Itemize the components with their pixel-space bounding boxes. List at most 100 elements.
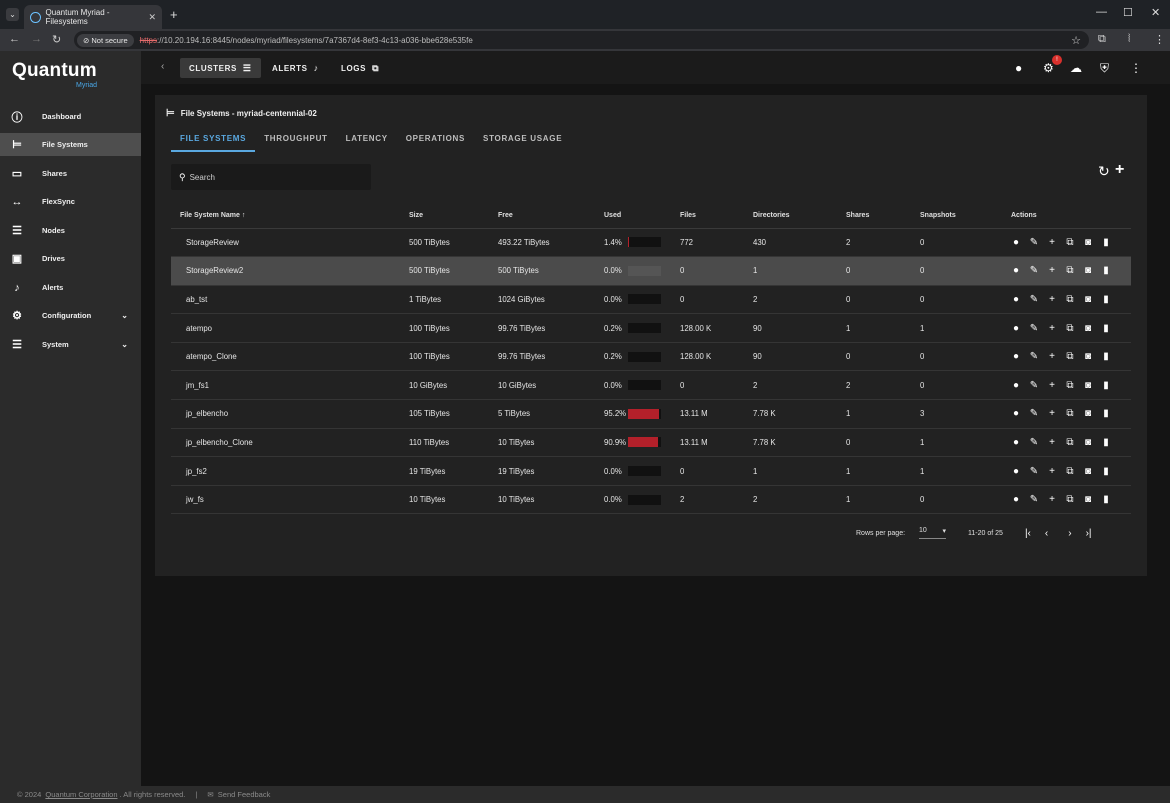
edit-pencil-icon[interactable]: ✎ <box>1029 408 1039 419</box>
sidebar-item-configuration[interactable]: ⚙ Configuration ⌄ <box>0 304 141 327</box>
table-row[interactable]: jp_elbencho_Clone 110 TiBytes 10 TiBytes 90… <box>171 428 1131 458</box>
tab-file-systems[interactable]: FILE SYSTEMS <box>171 130 256 152</box>
cell-name[interactable]: atempo <box>171 313 409 343</box>
snapshot-camera-icon[interactable]: ◙ <box>1083 408 1093 419</box>
info-icon[interactable]: ● <box>1011 408 1021 419</box>
alerts-button[interactable]: ALERTS ♪ <box>263 58 328 78</box>
info-icon[interactable]: ● <box>1011 351 1021 362</box>
edit-pencil-icon[interactable]: ✎ <box>1029 466 1039 477</box>
snapshot-camera-icon[interactable]: ◙ <box>1083 466 1093 477</box>
window-close-icon[interactable]: ✕ <box>1151 6 1160 19</box>
info-icon[interactable]: ● <box>1011 237 1021 248</box>
edit-pencil-icon[interactable]: ✎ <box>1029 380 1039 391</box>
sidebar-item-dashboard[interactable]: ⓘ Dashboard <box>0 105 141 128</box>
col-header-snapshots[interactable]: Snapshots <box>920 204 1011 229</box>
snapshot-camera-icon[interactable]: ◙ <box>1083 437 1093 448</box>
col-header-directories[interactable]: Directories <box>753 204 846 229</box>
collapse-sidebar-icon[interactable]: ‹ <box>161 61 164 72</box>
cell-name[interactable]: jp_elbencho <box>171 399 409 429</box>
table-row[interactable]: jp_fs2 19 TiBytes 19 TiBytes 0.0% 0 1 1 1 ● ✎ + ⧉ ◙ ▮ <box>171 456 1131 486</box>
reload-icon[interactable]: ↻ <box>52 33 61 46</box>
add-icon[interactable]: + <box>1047 351 1057 362</box>
logs-button[interactable]: LOGS ⧉ <box>332 58 388 78</box>
delete-trash-icon[interactable]: ▮ <box>1101 494 1111 505</box>
table-row[interactable]: atempo 100 TiBytes 99.76 TiBytes 0.2% 128.00… <box>171 313 1131 343</box>
last-page-icon[interactable]: ›| <box>1086 528 1092 539</box>
sidebar-item-flexsync[interactable]: ↔ FlexSync <box>0 190 141 213</box>
cell-name[interactable]: jm_fs1 <box>171 370 409 401</box>
info-icon[interactable]: ● <box>1011 494 1021 505</box>
delete-trash-icon[interactable]: ▮ <box>1101 323 1111 334</box>
col-header-name[interactable]: File System Name ↑ <box>171 204 409 229</box>
browser-tab[interactable]: Quantum Myriad - Filesystems ✕ <box>24 5 162 29</box>
edit-pencil-icon[interactable]: ✎ <box>1029 265 1039 276</box>
snapshot-camera-icon[interactable]: ◙ <box>1083 351 1093 362</box>
col-header-size[interactable]: Size <box>409 204 498 229</box>
prev-page-icon[interactable]: ‹ <box>1045 528 1048 539</box>
address-bar[interactable]: ⊘ Not secure https://10.20.194.16:8445/n… <box>74 31 1089 49</box>
snapshot-camera-icon[interactable]: ◙ <box>1083 494 1093 505</box>
cell-name[interactable]: ab_tst <box>171 285 409 315</box>
delete-trash-icon[interactable]: ▮ <box>1101 408 1111 419</box>
tab-latency[interactable]: LATENCY <box>337 130 397 152</box>
copy-icon[interactable]: ⧉ <box>1065 351 1075 362</box>
next-page-icon[interactable]: › <box>1068 528 1071 539</box>
info-icon[interactable]: ● <box>1011 466 1021 477</box>
copy-icon[interactable]: ⧉ <box>1065 408 1075 419</box>
add-icon[interactable]: + <box>1047 237 1057 248</box>
profile-icon[interactable]: ⦚ <box>1128 33 1130 46</box>
copy-icon[interactable]: ⧉ <box>1065 380 1075 391</box>
send-feedback-link[interactable]: Send Feedback <box>218 790 271 799</box>
add-icon[interactable]: + <box>1047 265 1057 276</box>
add-icon[interactable]: + <box>1047 437 1057 448</box>
sidebar-item-shares[interactable]: ▭ Shares <box>0 162 141 185</box>
sidebar-item-system[interactable]: ☰ System ⌄ <box>0 333 141 356</box>
copy-icon[interactable]: ⧉ <box>1065 237 1075 248</box>
forward-icon[interactable]: → <box>31 33 42 45</box>
delete-trash-icon[interactable]: ▮ <box>1101 351 1111 362</box>
edit-pencil-icon[interactable]: ✎ <box>1029 437 1039 448</box>
copy-icon[interactable]: ⧉ <box>1065 437 1075 448</box>
table-row[interactable]: StorageReview2 500 TiBytes 500 TiBytes 0.0%… <box>171 256 1131 286</box>
cell-name[interactable]: jp_elbencho_Clone <box>171 428 409 458</box>
edit-pencil-icon[interactable]: ✎ <box>1029 237 1039 248</box>
cloud-icon[interactable]: ☁ <box>1070 61 1082 75</box>
user-icon[interactable]: ● <box>1015 61 1022 75</box>
table-row[interactable]: ab_tst 1 TiBytes 1024 GiBytes 0.0% 0 2 0 0 ● ✎ + ⧉ ◙… <box>171 285 1131 315</box>
col-header-used[interactable]: Used <box>604 204 680 229</box>
shield-icon[interactable]: ⛨ <box>1100 61 1109 76</box>
more-vert-icon[interactable]: ⋮ <box>1130 61 1142 75</box>
sidebar-item-file-systems[interactable]: ⊨ File Systems <box>0 133 141 156</box>
tab-close-icon[interactable]: ✕ <box>148 12 156 23</box>
delete-trash-icon[interactable]: ▮ <box>1101 265 1111 276</box>
sidebar-item-nodes[interactable]: ☰ Nodes <box>0 219 141 242</box>
search-input[interactable] <box>189 172 360 182</box>
edit-pencil-icon[interactable]: ✎ <box>1029 494 1039 505</box>
add-icon[interactable]: + <box>1047 294 1057 305</box>
snapshot-camera-icon[interactable]: ◙ <box>1083 323 1093 334</box>
sidebar-item-alerts[interactable]: ♪ Alerts <box>0 276 141 299</box>
copy-icon[interactable]: ⧉ <box>1065 265 1075 276</box>
bookmark-star-icon[interactable]: ☆ <box>1071 34 1081 47</box>
delete-trash-icon[interactable]: ▮ <box>1101 466 1111 477</box>
copy-icon[interactable]: ⧉ <box>1065 323 1075 334</box>
delete-trash-icon[interactable]: ▮ <box>1101 237 1111 248</box>
table-row[interactable]: jm_fs1 10 GiBytes 10 GiBytes 0.0% 0 2 2 0 ● ✎ + ⧉ ◙ ▮ <box>171 370 1131 401</box>
delete-trash-icon[interactable]: ▮ <box>1101 380 1111 391</box>
browser-menu-icon[interactable]: ⋮ <box>1154 33 1165 46</box>
add-icon[interactable]: + <box>1047 494 1057 505</box>
tab-throughput[interactable]: THROUGHPUT <box>255 130 336 152</box>
clusters-button[interactable]: CLUSTERS ☰ <box>180 58 261 78</box>
info-icon[interactable]: ● <box>1011 265 1021 276</box>
cell-name[interactable]: jw_fs <box>171 485 409 515</box>
table-row[interactable]: jp_elbencho 105 TiBytes 5 TiBytes 95.2% 13.1… <box>171 399 1131 429</box>
tab-search-icon[interactable]: ⌄ <box>6 8 19 21</box>
not-secure-badge[interactable]: ⊘ Not secure <box>77 33 134 47</box>
table-row[interactable]: jw_fs 10 TiBytes 10 TiBytes 0.0% 2 2 1 0 ● ✎ + ⧉ ◙ ▮ <box>171 485 1131 515</box>
info-icon[interactable]: ● <box>1011 294 1021 305</box>
rows-per-page-select[interactable]: 10 ▾ <box>919 527 947 539</box>
first-page-icon[interactable]: |‹ <box>1025 528 1031 539</box>
add-icon[interactable]: + <box>1047 380 1057 391</box>
minimize-icon[interactable]: — <box>1096 6 1107 18</box>
refresh-icon[interactable]: ↻ <box>1098 163 1110 180</box>
